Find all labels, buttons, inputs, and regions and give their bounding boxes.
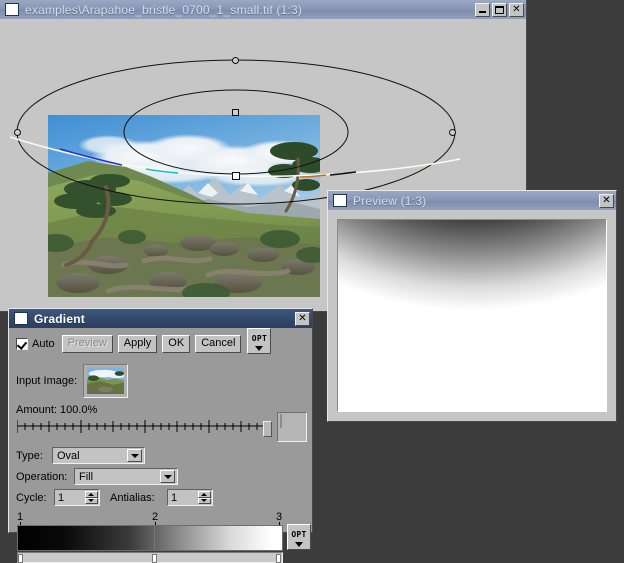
gradient-ramp-editor[interactable]: 1 2 3 [17,512,287,563]
preview-canvas [337,219,607,412]
operation-dropdown[interactable]: Fill [74,468,178,485]
thumbnail-image [87,368,124,394]
desktop-background: examples\Arapahoe_bristle_0700_1_small.t… [0,0,624,533]
chevron-down-icon[interactable] [160,470,175,483]
antialias-stepper-arrows[interactable] [198,491,211,504]
ramp-options-button[interactable]: OPT [287,524,311,550]
chevron-down-icon [295,542,303,547]
amount-slider-thumb[interactable] [263,421,272,437]
close-button[interactable]: ✕ [509,3,524,17]
ramp-opt-label: OPT [291,528,306,541]
cycle-antialias-row: Cycle: 1 Antialias: 1 [16,489,213,506]
options-button[interactable]: OPT [247,328,271,354]
gradient-toolbar: Auto Preview Apply OK Cancel OPT [16,333,271,354]
preview-window-controls: ✕ [599,194,614,208]
antialias-stepper[interactable]: 1 [167,489,213,506]
close-button[interactable]: ✕ [599,194,614,208]
chevron-down-icon[interactable] [127,449,142,462]
cycle-stepper-arrows[interactable] [85,491,98,504]
cycle-value: 1 [55,490,85,505]
preview-window-title: Preview (1:3) [353,194,599,208]
input-image-thumbnail[interactable] [83,364,128,398]
gradient-window-controls: ✕ [295,312,310,326]
preview-button[interactable]: Preview [62,335,113,353]
cancel-button[interactable]: Cancel [195,335,241,353]
input-image-label: Input Image: [16,375,77,387]
right-handle[interactable] [449,129,456,136]
gradient-color-swatch[interactable] [277,412,307,442]
window-icon [14,312,28,325]
antialias-label: Antialias: [110,492,167,504]
maximize-button[interactable] [492,3,507,17]
auto-label: Auto [32,338,55,350]
cycle-label: Cycle: [16,492,54,504]
auto-checkbox[interactable] [16,338,28,350]
antialias-value: 1 [168,490,198,505]
type-value: Oval [53,450,127,462]
type-label: Type: [16,450,52,462]
gradient-dialog-title: Gradient [34,312,295,326]
swatch-fill [280,414,282,428]
ok-button[interactable]: OK [162,335,190,353]
gradient-stop-handle[interactable] [276,554,281,563]
top-handle[interactable] [232,57,239,64]
operation-row: Operation: Fill [16,468,178,485]
apply-button[interactable]: Apply [118,335,158,353]
minimize-button[interactable] [475,3,490,17]
landscape-photo [48,115,320,297]
gradient-stop-marker[interactable] [154,526,155,550]
opt-label: OPT [252,332,267,345]
input-image-row: Input Image: [16,364,128,398]
gradient-ramp[interactable] [17,525,283,551]
gradient-stop-track[interactable] [17,552,283,563]
amount-row: Amount: 100.0% [16,404,97,416]
close-button[interactable]: ✕ [295,312,310,326]
preview-window[interactable]: Preview (1:3) ✕ [327,190,617,422]
stepper-down-icon[interactable] [198,498,211,505]
image-window-titlebar[interactable]: examples\Arapahoe_bristle_0700_1_small.t… [0,0,526,19]
gradient-stop-handle[interactable] [152,554,157,563]
preview-client [328,210,616,421]
gradient-stop-numbers: 1 2 3 [17,512,287,525]
operation-label: Operation: [16,471,74,483]
amount-slider[interactable] [17,420,269,438]
stepper-down-icon[interactable] [85,498,98,505]
operation-value: Fill [75,471,160,483]
type-dropdown[interactable]: Oval [52,447,145,464]
gradient-dialog-body: Auto Preview Apply OK Cancel OPT Input I… [9,328,312,532]
window-icon [5,3,19,16]
type-row: Type: Oval [16,447,145,464]
gradient-titlebar[interactable]: Gradient ✕ [9,309,312,328]
window-icon [333,194,347,207]
window-controls: ✕ [475,3,524,17]
gradient-stop-handle[interactable] [18,554,23,563]
gradient-dialog[interactable]: Gradient ✕ Auto Preview Apply OK Cancel … [8,308,313,533]
image-window-title: examples\Arapahoe_bristle_0700_1_small.t… [25,3,475,17]
preview-titlebar[interactable]: Preview (1:3) ✕ [328,191,616,210]
cycle-stepper[interactable]: 1 [54,489,100,506]
chevron-down-icon [255,346,263,351]
amount-label: Amount: 100.0% [16,404,97,416]
left-handle[interactable] [14,129,21,136]
